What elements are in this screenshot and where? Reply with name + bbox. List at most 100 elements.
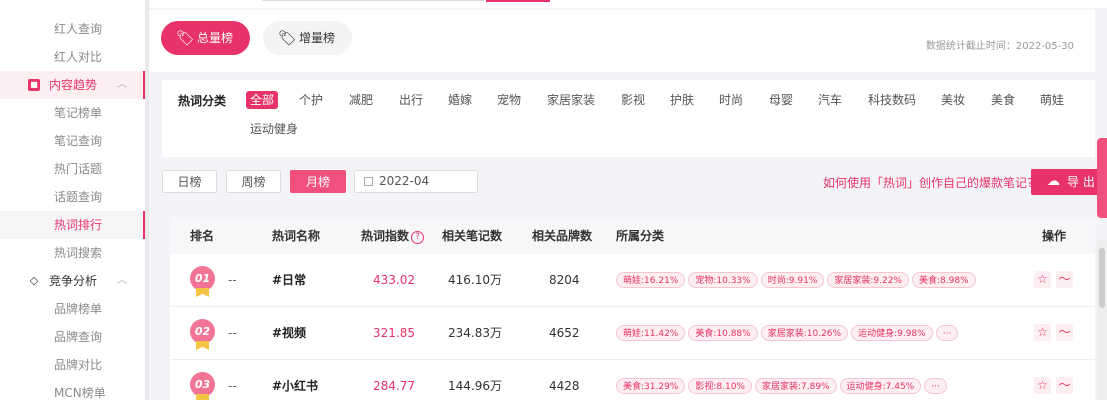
- table-row: 01 -- #日常 433.02 416.10万 8204 萌娃:16.21% 宠…: [170, 254, 1095, 307]
- sidebar-item-hotword-search[interactable]: 热词搜索: [0, 239, 146, 267]
- category-item[interactable]: 家居家装: [547, 91, 595, 109]
- sidebar-item-label: 热词排行: [54, 218, 103, 232]
- hotword-index: 433.02: [373, 273, 415, 287]
- column-index: 热词指数?: [361, 218, 425, 254]
- column-action: 操作: [1042, 229, 1067, 243]
- top-strip: [149, 0, 1107, 8]
- sidebar-group-competition[interactable]: ◇ 竞争分析 ︿: [0, 267, 146, 295]
- month-ranking-button[interactable]: 月榜: [290, 170, 346, 193]
- sidebar-item-label: 话题查询: [54, 190, 103, 204]
- scrollbar-thumb[interactable]: [1099, 248, 1105, 308]
- sidebar-item-label: 笔记查询: [54, 134, 103, 148]
- sidebar-item-mcn-ranking[interactable]: MCN榜单: [0, 379, 146, 400]
- rank-medal: 02: [190, 319, 215, 344]
- rank-medal: 03: [190, 372, 215, 397]
- hotword-name[interactable]: #日常: [272, 254, 306, 307]
- category-item[interactable]: 出行: [399, 91, 423, 109]
- sidebar-item-label: MCN榜单: [54, 386, 106, 400]
- category-tag: 美食:8.98%: [911, 272, 976, 288]
- tag-icon: 🏷: [176, 29, 196, 47]
- category-tag: 影视:8.10%: [688, 378, 752, 394]
- trend-icon[interactable]: 〜: [1056, 377, 1073, 394]
- cloud-upload-icon: ☁: [1047, 174, 1060, 189]
- sidebar-item-topic-search[interactable]: 话题查询: [0, 183, 146, 211]
- category-title: 热词分类: [178, 94, 227, 108]
- rank-change: --: [228, 273, 237, 287]
- tag-icon: 🏷: [278, 29, 298, 47]
- month-picker[interactable]: 2022-04: [354, 170, 478, 193]
- sidebar-item-hot-topics[interactable]: 热门话题: [0, 155, 146, 183]
- sidebar-item-brand-search[interactable]: 品牌查询: [0, 323, 146, 351]
- category-item[interactable]: 汽车: [818, 91, 842, 109]
- hotword-table: 排名 热词名称 热词指数? 相关笔记数 相关品牌数 所属分类 操作 01 -- …: [170, 218, 1095, 400]
- sidebar-item-influencer-compare[interactable]: 红人对比: [0, 43, 146, 71]
- search-bar-edge: [262, 0, 484, 1]
- category-item[interactable]: 运动健身: [250, 120, 298, 138]
- column-name: 热词名称: [272, 229, 321, 243]
- sidebar-item-brand-compare[interactable]: 品牌对比: [0, 351, 146, 379]
- data-cutoff-note: 数据统计截止时间：2022-05-30: [925, 41, 1074, 52]
- question-icon[interactable]: ?: [411, 231, 425, 244]
- column-notes: 相关笔记数: [442, 229, 503, 243]
- sidebar-item-note-search[interactable]: 笔记查询: [0, 127, 146, 155]
- category-item[interactable]: 美妆: [941, 91, 965, 109]
- tab-increment-ranking[interactable]: 🏷 增量榜: [263, 21, 352, 55]
- rank-change: --: [228, 326, 237, 340]
- export-button[interactable]: ☁ 导 出: [1031, 169, 1107, 195]
- sidebar-item-note-ranking[interactable]: 笔记榜单: [0, 99, 146, 127]
- search-button-edge[interactable]: [486, 0, 550, 2]
- category-all[interactable]: 全部: [246, 91, 279, 109]
- category-tag: 家居家装:9.22%: [827, 272, 909, 288]
- category-item[interactable]: 护肤: [670, 91, 694, 109]
- category-item[interactable]: 母婴: [769, 91, 793, 109]
- category-item[interactable]: 美食: [991, 91, 1015, 109]
- diamond-icon: ◇: [29, 274, 39, 287]
- tab-total-ranking[interactable]: 🏷 总量榜: [161, 21, 250, 55]
- category-item[interactable]: 个护: [299, 91, 323, 109]
- category-item[interactable]: 婚嫁: [448, 91, 472, 109]
- sidebar-group-content-trend[interactable]: ■ 内容趋势 ︿: [0, 71, 146, 99]
- category-item[interactable]: 宠物: [497, 91, 521, 109]
- related-brands-count: 4652: [549, 326, 580, 340]
- more-tags-button[interactable]: ···: [924, 378, 947, 394]
- category-tag: 萌娃:11.42%: [616, 325, 686, 341]
- tab-label: 总量榜: [197, 31, 234, 45]
- category-tags: 美食:31.29% 影视:8.10% 家居家装:7.89% 运动健身:7.45% ···: [616, 378, 950, 394]
- category-item[interactable]: 影视: [621, 91, 645, 109]
- star-icon[interactable]: ☆: [1034, 324, 1051, 341]
- hotword-name[interactable]: #小红书: [272, 360, 318, 400]
- table-header: 排名 热词名称 热词指数? 相关笔记数 相关品牌数 所属分类 操作: [170, 218, 1095, 254]
- column-category: 所属分类: [616, 229, 665, 243]
- sidebar-item-hotword-ranking[interactable]: 热词排行: [0, 211, 146, 239]
- trend-icon[interactable]: 〜: [1056, 324, 1073, 341]
- more-tags-button[interactable]: ···: [935, 325, 959, 341]
- floating-side-tab[interactable]: [1097, 138, 1107, 218]
- category-item[interactable]: 减肥: [349, 91, 373, 109]
- category-tags: 萌娃:16.21% 宠物:10.33% 时尚:9.91% 家居家装:9.22% 美食:8…: [616, 272, 979, 288]
- ribbon-icon: [196, 394, 209, 400]
- month-picker-value: 2022-04: [379, 174, 430, 188]
- related-brands-count: 4428: [549, 379, 580, 393]
- star-icon[interactable]: ☆: [1034, 271, 1051, 288]
- sidebar-item-label: 热词搜索: [54, 246, 103, 260]
- sidebar-item-influencer-search[interactable]: 红人查询: [0, 15, 146, 43]
- hotword-name[interactable]: #视频: [272, 307, 306, 360]
- related-notes-count: 144.96万: [448, 379, 502, 393]
- sidebar-item-brand-ranking[interactable]: 品牌榜单: [0, 295, 146, 323]
- sidebar-group-label: 内容趋势: [49, 78, 98, 92]
- category-item[interactable]: 萌娃: [1040, 91, 1064, 109]
- scrollbar[interactable]: [1097, 240, 1107, 400]
- category-item[interactable]: 科技数码: [868, 91, 916, 109]
- table-row: 03 -- #小红书 284.77 144.96万 4428 美食:31.29%…: [170, 360, 1095, 400]
- hotword-help-link[interactable]: 如何使用「热词」创作自己的爆款笔记?: [823, 174, 1033, 191]
- category-item[interactable]: 时尚: [719, 91, 743, 109]
- chevron-up-icon: ︿: [117, 275, 127, 286]
- category-tag: 运动健身:9.98%: [851, 325, 933, 341]
- rank-medal: 01: [190, 266, 215, 291]
- week-ranking-button[interactable]: 周榜: [226, 170, 281, 193]
- trend-icon[interactable]: 〜: [1056, 271, 1073, 288]
- column-brands: 相关品牌数: [532, 229, 593, 243]
- star-icon[interactable]: ☆: [1034, 377, 1051, 394]
- export-label: 导 出: [1067, 175, 1095, 189]
- day-ranking-button[interactable]: 日榜: [162, 170, 217, 193]
